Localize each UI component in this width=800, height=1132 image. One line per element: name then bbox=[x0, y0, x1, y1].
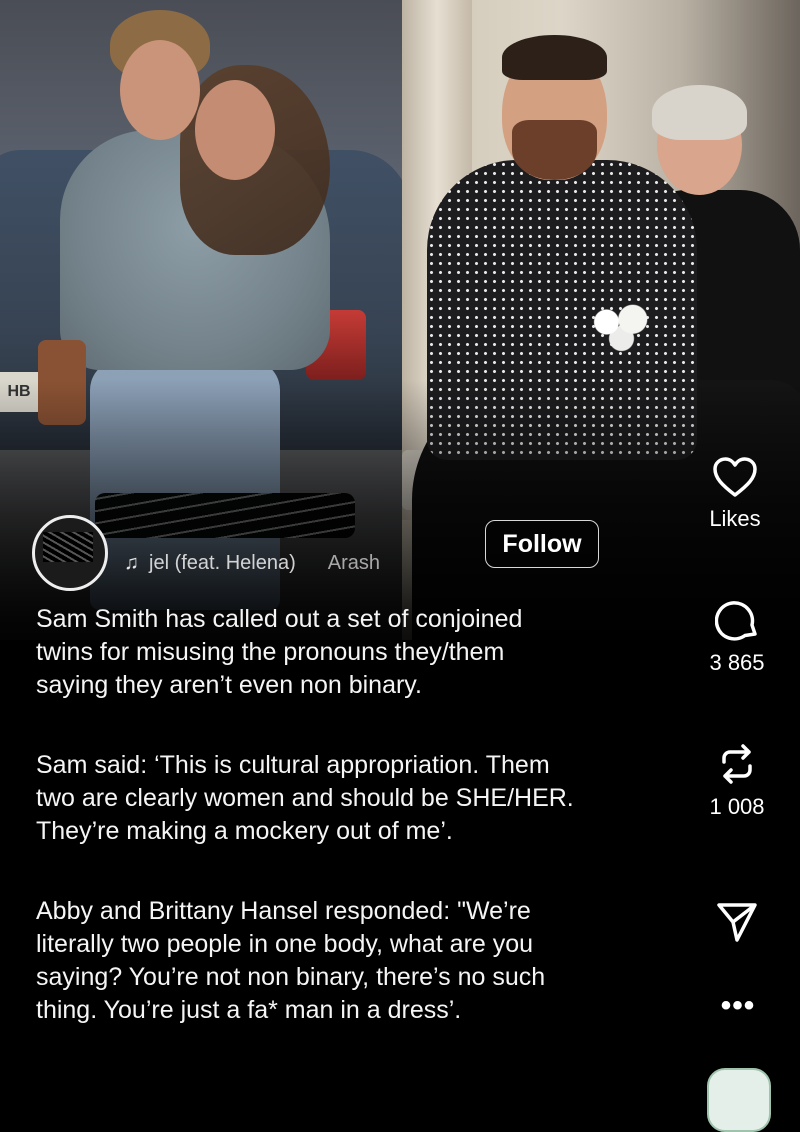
caption-paragraph: Abby and Brittany Hansel responded: "We’… bbox=[36, 897, 546, 1024]
likes-label: Likes bbox=[709, 506, 761, 531]
sound-avatar[interactable] bbox=[707, 1068, 771, 1132]
follow-button[interactable]: Follow bbox=[485, 520, 599, 568]
song-title: jel (feat. Helena) bbox=[149, 551, 296, 574]
caption-paragraph: Sam Smith has called out a set of conjoi… bbox=[36, 605, 523, 699]
music-note-icon: ♫ bbox=[124, 551, 139, 574]
song-artist: Arash bbox=[327, 551, 380, 574]
paper-plane-icon bbox=[717, 903, 757, 942]
post-caption: Sam Smith has called out a set of conjoi… bbox=[36, 603, 676, 1074]
repost-button[interactable]: 1 008 bbox=[687, 742, 787, 820]
reposts-count: 1 008 bbox=[709, 794, 765, 819]
comment-button[interactable]: 3 865 bbox=[687, 598, 787, 676]
beard-shape bbox=[512, 120, 597, 180]
face-shape bbox=[195, 80, 275, 180]
face-shape bbox=[120, 40, 200, 140]
repost-icon bbox=[722, 744, 752, 784]
heart-icon bbox=[713, 457, 757, 497]
caption-paragraph: Sam said: ‘This is cultural appropriatio… bbox=[36, 751, 574, 845]
author-avatar[interactable] bbox=[32, 515, 108, 591]
comments-count: 3 865 bbox=[709, 650, 765, 675]
man-hair-shape bbox=[502, 35, 607, 80]
like-button[interactable]: Likes bbox=[685, 456, 785, 532]
flower-bouquet-shape bbox=[584, 300, 659, 355]
share-button[interactable] bbox=[687, 900, 787, 944]
more-dots-icon[interactable]: ••• bbox=[720, 991, 756, 1021]
woman-hair-shape bbox=[652, 85, 747, 140]
comment-bubble-icon bbox=[715, 601, 757, 641]
music-row[interactable]: ♫ jel (feat. Helena) Arash bbox=[124, 548, 380, 578]
redacted-username bbox=[95, 493, 355, 538]
